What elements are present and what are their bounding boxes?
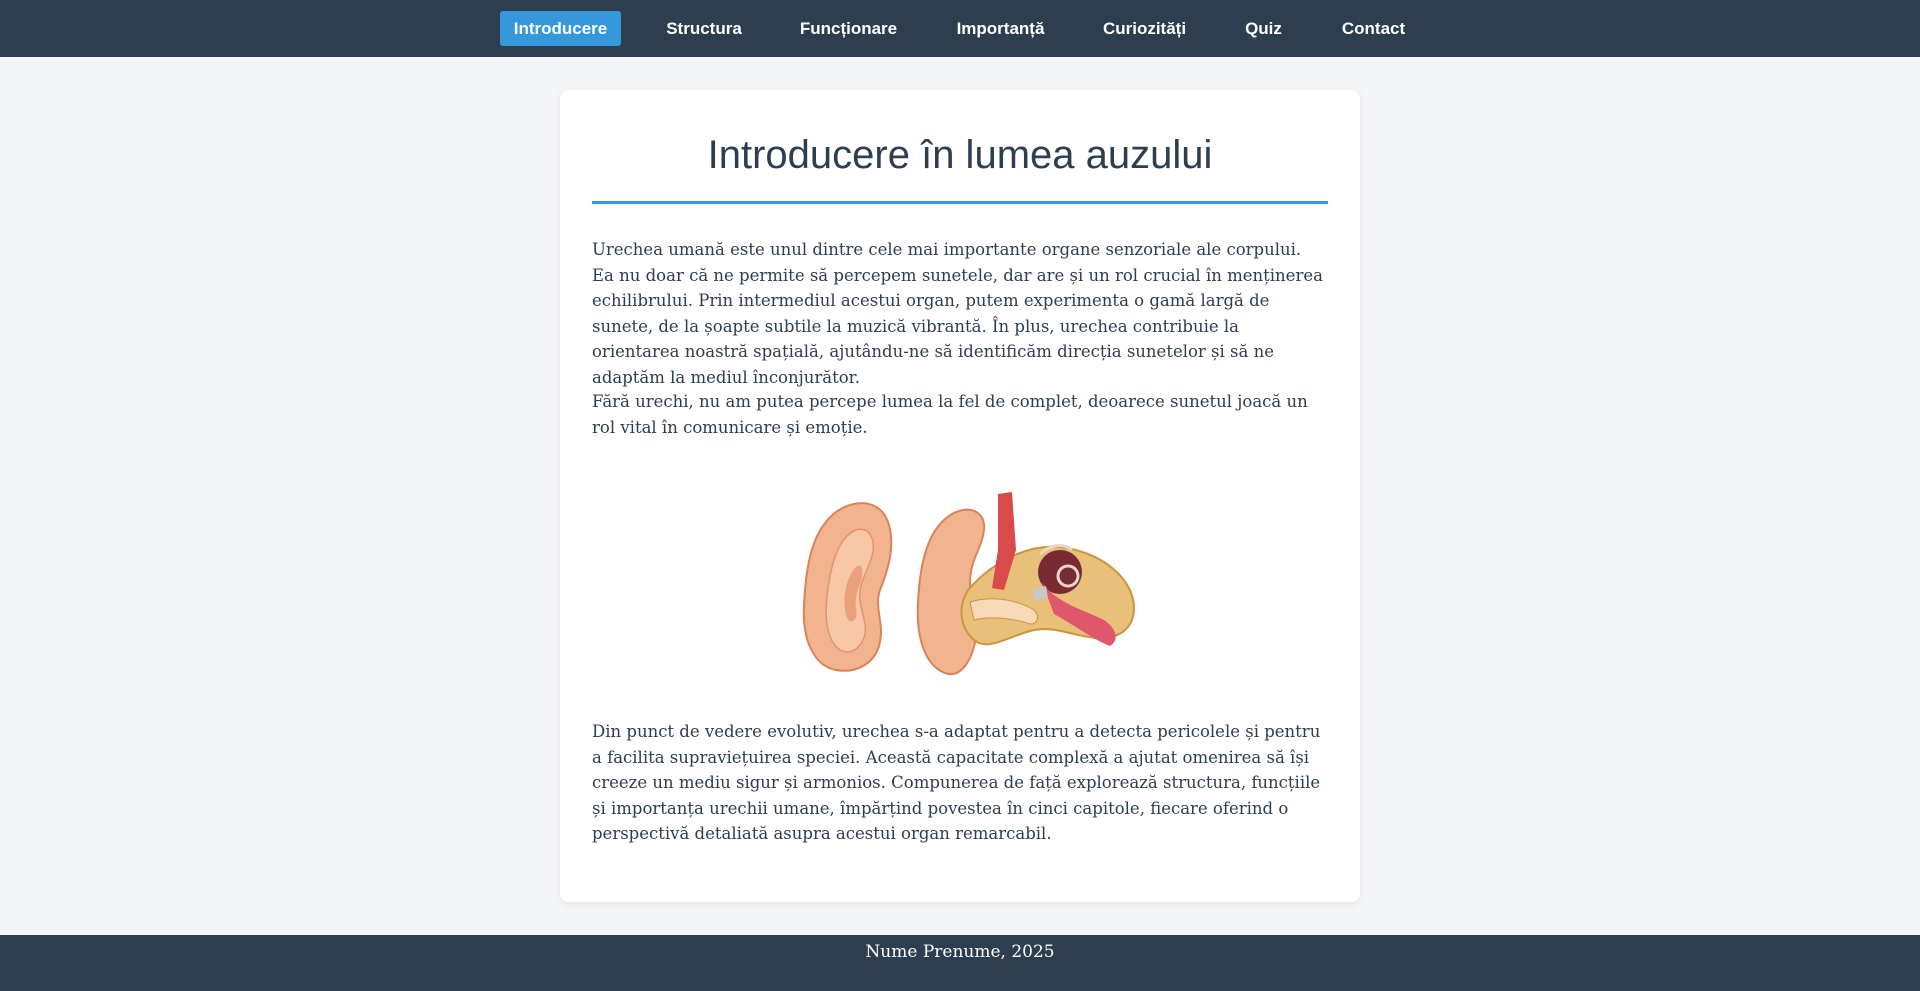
nav-link-structura[interactable]: Structura: [651, 11, 757, 46]
nav-link-introducere[interactable]: Introducere: [500, 11, 621, 46]
ear-cross-section-drawing: [916, 492, 1136, 676]
nav-link-quiz[interactable]: Quiz: [1228, 11, 1299, 46]
intro-paragraph-2: Fără urechi, nu am putea percepe lumea l…: [592, 392, 1308, 437]
intro-paragraph-3: Din punct de vedere evolutiv, urechea s-…: [592, 722, 1321, 843]
page-footer: Nume Prenume, 2025: [0, 935, 1920, 991]
top-navbar: Introducere Structura Funcționare Import…: [0, 0, 1920, 57]
content-card: Introducere în lumea auzului Urechea uma…: [560, 90, 1360, 902]
page-title: Introducere în lumea auzului: [707, 133, 1213, 177]
outer-ear-drawing: [802, 502, 893, 672]
ear-anatomy-illustration: [802, 492, 1136, 676]
intro-paragraph-1: Urechea umană este unul dintre cele mai …: [592, 240, 1323, 387]
nav-link-importanta[interactable]: Importanță: [940, 11, 1061, 46]
title-divider: [592, 201, 1328, 204]
nav-link-curiozitati[interactable]: Curiozități: [1091, 11, 1198, 46]
nav-link-functionare[interactable]: Funcționare: [787, 11, 910, 46]
nav-link-contact[interactable]: Contact: [1329, 11, 1418, 46]
footer-credit: Nume Prenume, 2025: [865, 942, 1055, 962]
